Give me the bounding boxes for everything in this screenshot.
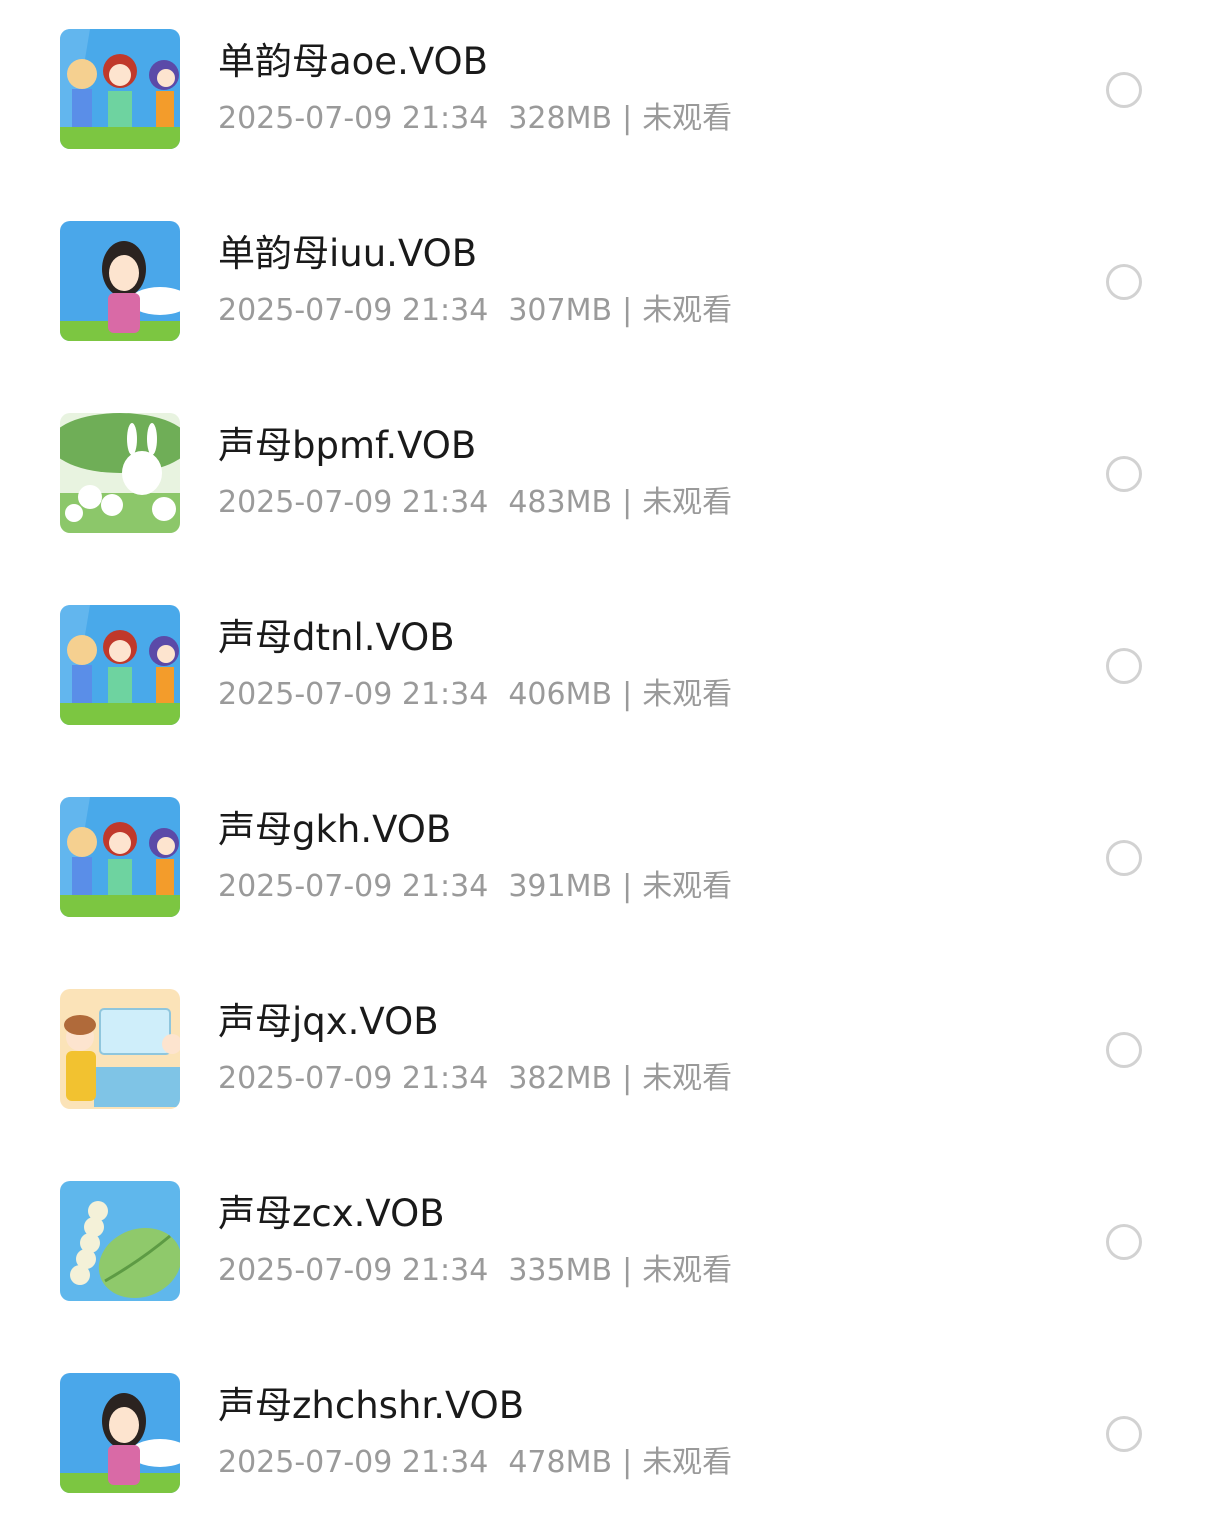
file-date: 2025-07-09 21:34 <box>218 1061 489 1096</box>
file-title: 声母gkh.VOB <box>218 808 452 851</box>
file-meta: 2025-07-09 21:34 328MB | 未观看 <box>218 98 732 140</box>
watch-status: 未观看 <box>642 485 733 520</box>
file-date: 2025-07-09 21:34 <box>218 677 489 712</box>
watch-status: 未观看 <box>642 1061 733 1096</box>
video-file-list: 单韵母aoe.VOB 2025-07-09 21:34 328MB | 未观看 单韵母… <box>0 0 1220 1516</box>
file-title: 单韵母aoe.VOB <box>218 40 489 83</box>
meta-divider: | <box>622 1061 633 1096</box>
file-meta: 2025-07-09 21:34 335MB | 未观看 <box>218 1250 732 1292</box>
select-radio[interactable] <box>1106 840 1142 876</box>
select-radio[interactable] <box>1106 648 1142 684</box>
file-size: 391MB <box>508 869 613 904</box>
file-row[interactable]: 声母zhchshr.VOB 2025-07-09 21:34 478MB | 未观看 <box>0 1344 1220 1516</box>
file-size: 406MB <box>508 677 613 712</box>
file-date: 2025-07-09 21:34 <box>218 485 489 520</box>
rabbits-thumbnail <box>60 413 180 533</box>
file-meta: 2025-07-09 21:34 483MB | 未观看 <box>218 482 732 524</box>
washing-thumbnail <box>60 989 180 1109</box>
file-size: 335MB <box>508 1253 613 1288</box>
select-radio[interactable] <box>1106 72 1142 108</box>
girl-thumbnail <box>60 1373 180 1493</box>
three-girls-thumbnail <box>60 797 180 917</box>
file-row[interactable]: 声母jqx.VOB 2025-07-09 21:34 382MB | 未观看 <box>0 960 1220 1152</box>
meta-divider: | <box>622 293 633 328</box>
file-title: 声母jqx.VOB <box>218 1000 439 1043</box>
select-radio[interactable] <box>1106 1416 1142 1452</box>
three-girls-thumbnail <box>60 605 180 725</box>
file-date: 2025-07-09 21:34 <box>218 1445 489 1480</box>
girl-thumbnail <box>60 221 180 341</box>
meta-divider: | <box>622 869 633 904</box>
watch-status: 未观看 <box>642 1445 733 1480</box>
watch-status: 未观看 <box>642 677 733 712</box>
file-size: 478MB <box>508 1445 613 1480</box>
select-radio[interactable] <box>1106 264 1142 300</box>
meta-divider: | <box>622 1445 633 1480</box>
watch-status: 未观看 <box>642 869 733 904</box>
file-size: 328MB <box>508 101 613 136</box>
file-meta: 2025-07-09 21:34 406MB | 未观看 <box>218 674 732 716</box>
file-row[interactable]: 声母dtnl.VOB 2025-07-09 21:34 406MB | 未观看 <box>0 576 1220 768</box>
file-size: 382MB <box>508 1061 613 1096</box>
file-size: 483MB <box>508 485 613 520</box>
watch-status: 未观看 <box>642 293 733 328</box>
file-row[interactable]: 声母gkh.VOB 2025-07-09 21:34 391MB | 未观看 <box>0 768 1220 960</box>
file-meta: 2025-07-09 21:34 391MB | 未观看 <box>218 866 732 908</box>
file-title: 声母zcx.VOB <box>218 1192 445 1235</box>
file-date: 2025-07-09 21:34 <box>218 869 489 904</box>
file-row[interactable]: 单韵母iuu.VOB 2025-07-09 21:34 307MB | 未观看 <box>0 192 1220 384</box>
watch-status: 未观看 <box>642 1253 733 1288</box>
meta-divider: | <box>622 101 633 136</box>
caterpillar-thumbnail <box>60 1181 180 1301</box>
watch-status: 未观看 <box>642 101 733 136</box>
file-meta: 2025-07-09 21:34 478MB | 未观看 <box>218 1442 732 1484</box>
file-title: 声母dtnl.VOB <box>218 616 455 659</box>
file-title: 声母zhchshr.VOB <box>218 1384 525 1427</box>
file-meta: 2025-07-09 21:34 307MB | 未观看 <box>218 290 732 332</box>
meta-divider: | <box>622 1253 633 1288</box>
file-date: 2025-07-09 21:34 <box>218 1253 489 1288</box>
file-title: 单韵母iuu.VOB <box>218 232 478 275</box>
file-row[interactable]: 单韵母aoe.VOB 2025-07-09 21:34 328MB | 未观看 <box>0 0 1220 192</box>
meta-divider: | <box>622 677 633 712</box>
file-date: 2025-07-09 21:34 <box>218 101 489 136</box>
meta-divider: | <box>622 485 633 520</box>
select-radio[interactable] <box>1106 1032 1142 1068</box>
file-title: 声母bpmf.VOB <box>218 424 477 467</box>
file-meta: 2025-07-09 21:34 382MB | 未观看 <box>218 1058 732 1100</box>
file-row[interactable]: 声母zcx.VOB 2025-07-09 21:34 335MB | 未观看 <box>0 1152 1220 1344</box>
file-row[interactable]: 声母bpmf.VOB 2025-07-09 21:34 483MB | 未观看 <box>0 384 1220 576</box>
three-girls-thumbnail <box>60 29 180 149</box>
select-radio[interactable] <box>1106 1224 1142 1260</box>
select-radio[interactable] <box>1106 456 1142 492</box>
file-date: 2025-07-09 21:34 <box>218 293 489 328</box>
file-size: 307MB <box>508 293 613 328</box>
